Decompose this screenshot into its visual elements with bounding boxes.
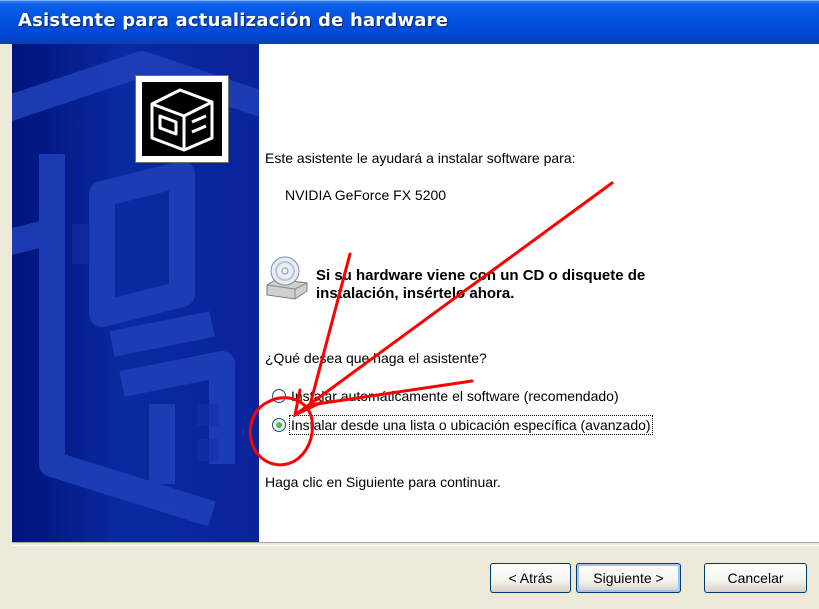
radio-install-automatic[interactable] <box>272 389 286 403</box>
title-bar[interactable]: Asistente para actualización de hardware <box>0 0 819 44</box>
hardware-icon <box>135 75 229 163</box>
device-name: NVIDIA GeForce FX 5200 <box>285 187 447 203</box>
intro-text: Este asistente le ayudará a instalar sof… <box>265 150 576 166</box>
cd-drive-icon <box>265 255 309 301</box>
cancel-button[interactable]: Cancelar <box>704 563 807 593</box>
continue-hint: Haga clic en Siguiente para continuar. <box>265 474 501 490</box>
button-separator <box>12 542 819 546</box>
back-button[interactable]: < Atrás <box>490 563 571 593</box>
option-install-from-list-label[interactable]: Instalar desde una lista o ubicación esp… <box>289 415 653 435</box>
radio-selected-dot <box>276 422 282 428</box>
radio-install-from-list[interactable] <box>272 418 286 432</box>
hardware-update-wizard-window: Asistente para actualización de hardware <box>0 0 819 609</box>
window-title: Asistente para actualización de hardware <box>18 10 449 31</box>
cd-notice-line-2: instalación, insértelo ahora. <box>316 285 515 302</box>
question-label: ¿Qué desea que haga el asistente? <box>265 350 487 366</box>
next-button[interactable]: Siguiente > <box>576 563 681 593</box>
cd-notice-line-1: Si su hardware viene con un CD o disquet… <box>316 267 646 284</box>
option-install-automatic-label[interactable]: Instalar automáticamente el software (re… <box>291 388 619 404</box>
